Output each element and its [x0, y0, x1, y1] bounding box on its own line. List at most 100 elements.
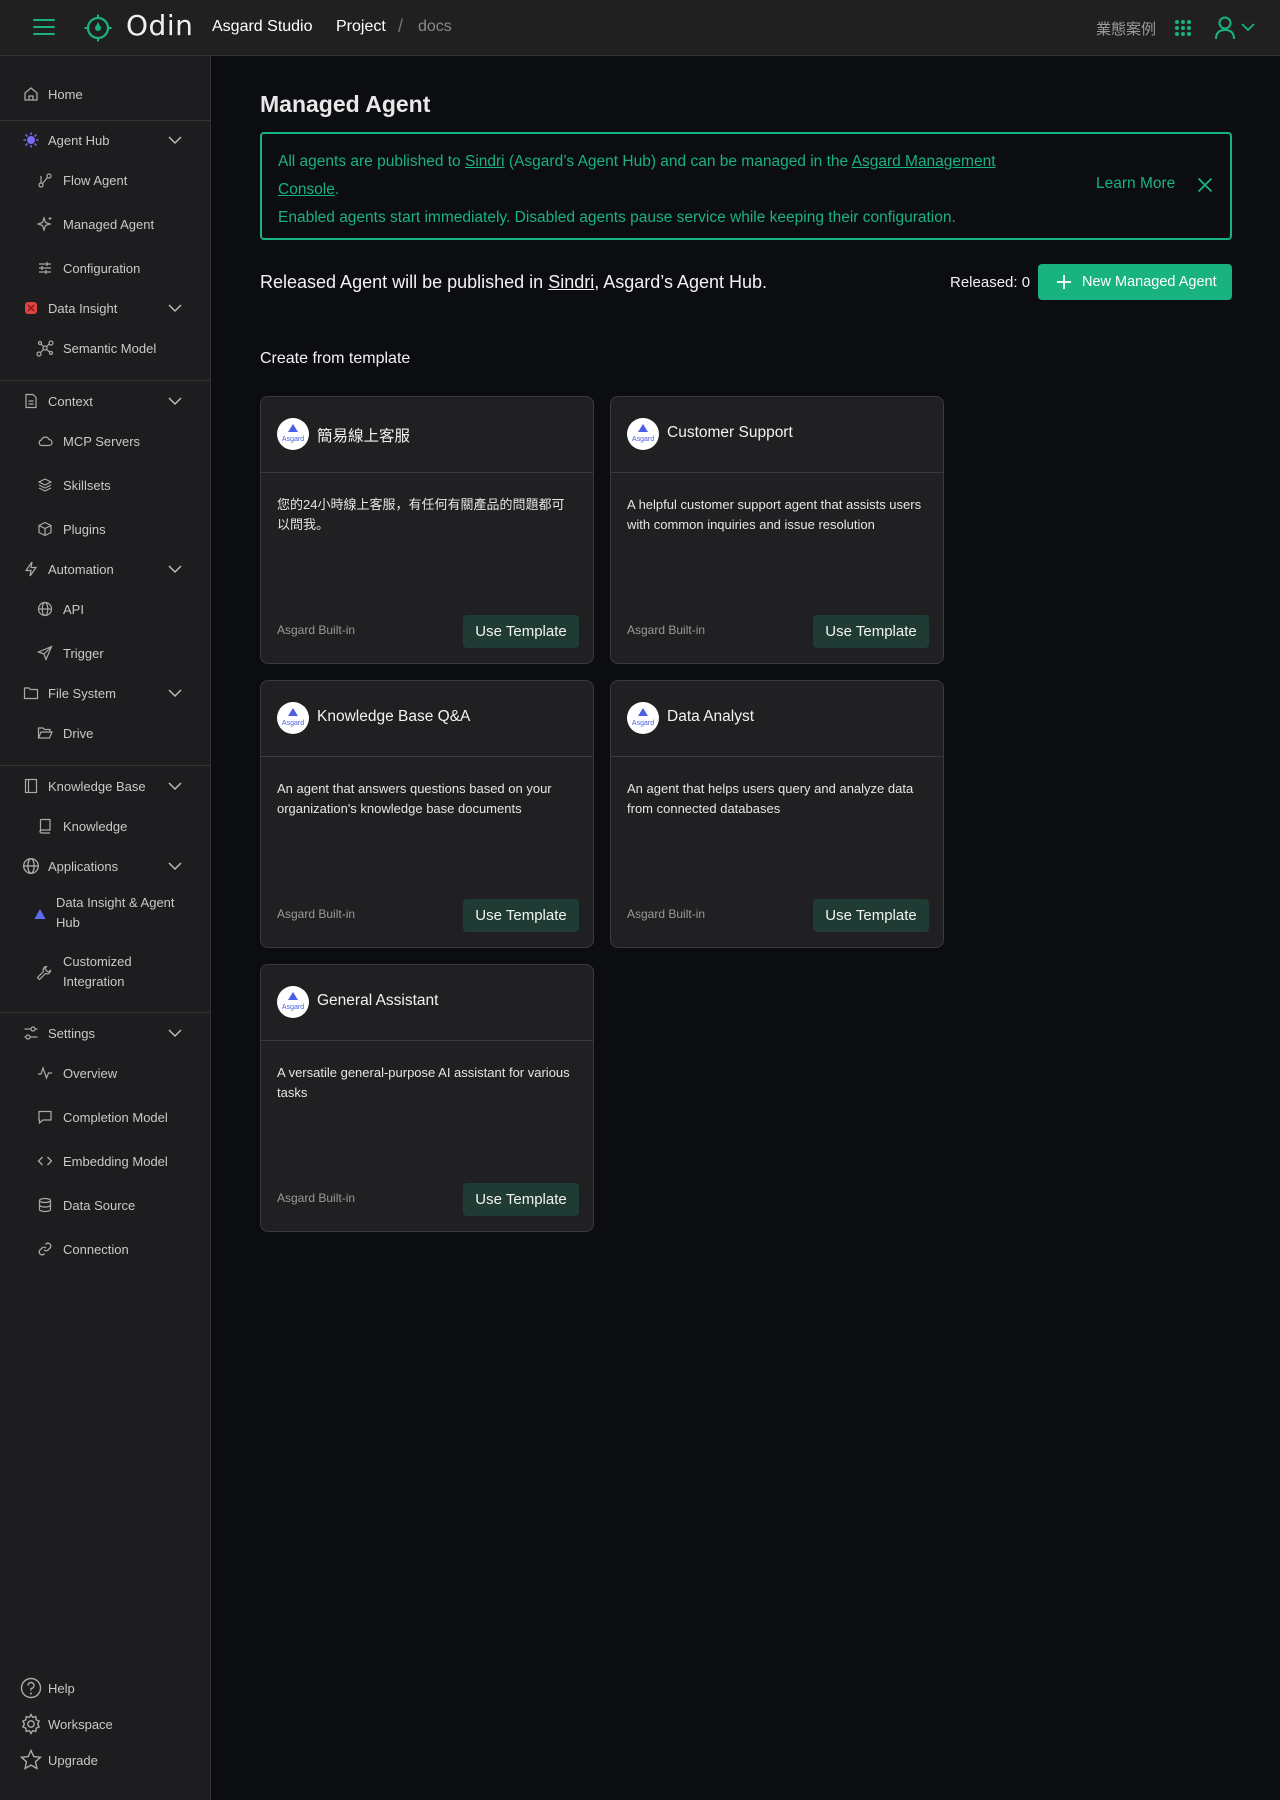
chevron-down-icon[interactable] [167, 861, 183, 871]
globe-icon [22, 857, 40, 875]
asgard-logo-text: Asgard [282, 436, 304, 443]
sidebar-item-completion-model[interactable]: Completion Model [0, 1107, 210, 1127]
sidebar-item-label: Hub [56, 915, 80, 930]
card-source: Asgard Built-in [277, 907, 356, 921]
studio-name[interactable]: Asgard Studio [212, 18, 313, 36]
sidebar-item-skillsets[interactable]: Skillsets [0, 475, 210, 495]
sidebar-item-data-insight-agent-hub[interactable]: Data Insight & Agent Hub [0, 894, 210, 934]
sidebar-item-embedding-model[interactable]: Embedding Model [0, 1151, 210, 1171]
main-content: Managed Agent All agents are published t… [212, 56, 1280, 1800]
page-title: Managed Agent [260, 91, 431, 117]
sidebar-item-label: Embedding Model [63, 1153, 168, 1169]
sidebar-item-overview[interactable]: Overview [0, 1063, 210, 1083]
industry-cases-link[interactable]: 業態案例 [1096, 18, 1156, 39]
sidebar-item-plugins[interactable]: Plugins [0, 519, 210, 539]
template-card[interactable]: Asgard Customer Support A helpful custom… [610, 396, 944, 664]
chevron-down-icon[interactable] [167, 135, 183, 145]
template-card[interactable]: Asgard Knowledge Base Q&A An agent that … [260, 680, 594, 948]
card-header: Asgard 簡易線上客服 [261, 397, 593, 473]
sidebar-item-drive[interactable]: Drive [0, 723, 210, 743]
sidebar-item-label: Customized [63, 954, 132, 969]
notice-text: (Asgard’s Agent Hub) and can be managed … [504, 153, 852, 170]
sidebar-item-upgrade[interactable]: Upgrade [0, 1749, 210, 1771]
sidebar-item-mcp-servers[interactable]: MCP Servers [0, 431, 210, 451]
help-icon [20, 1677, 42, 1699]
sidebar-item-customized-integration[interactable]: Customized Integration [0, 953, 210, 993]
chevron-down-icon[interactable] [1241, 22, 1255, 32]
sidebar-item-flow-agent[interactable]: Flow Agent [0, 170, 210, 190]
asgard-logo-text: Asgard [632, 720, 654, 727]
sidebar-item-managed-agent[interactable]: Managed Agent [0, 214, 210, 234]
sidebar-item-knowledge[interactable]: Knowledge [0, 816, 210, 836]
sidebar-item-help[interactable]: Help [0, 1677, 210, 1699]
learn-more-link[interactable]: Learn More [1096, 175, 1175, 193]
use-template-button[interactable]: Use Template [813, 615, 929, 648]
template-card[interactable]: Asgard General Assistant A versatile gen… [260, 964, 594, 1232]
sidebar-item-label: Context [48, 393, 93, 409]
card-description: A helpful customer support agent that as… [627, 497, 922, 532]
sidebar-item-label: Home [48, 86, 83, 102]
sidebar-divider [0, 380, 210, 381]
sidebar-item-label: Managed Agent [63, 216, 155, 232]
apps-grid-icon[interactable] [1174, 19, 1192, 37]
asgard-triangle-icon [31, 905, 49, 923]
sidebar-item-label: Skillsets [63, 477, 111, 493]
sidebar-group-context[interactable]: Context [0, 391, 210, 411]
menu-icon[interactable] [33, 19, 55, 36]
sidebar-item-semantic-model[interactable]: Semantic Model [0, 338, 210, 358]
use-template-button[interactable]: Use Template [813, 899, 929, 932]
sidebar-group-applications[interactable]: Applications [0, 856, 210, 876]
layers-icon [36, 476, 54, 494]
sidebar-item-data-source[interactable]: Data Source [0, 1195, 210, 1215]
sidebar-divider [0, 120, 210, 121]
new-managed-agent-button[interactable]: New Managed Agent [1038, 264, 1232, 300]
user-icon[interactable] [1214, 16, 1236, 40]
sidebar-item-workspace[interactable]: Workspace [0, 1713, 210, 1735]
sidebar-group-agent-hub[interactable]: Agent Hub [0, 130, 210, 150]
button-label: New Managed Agent [1082, 274, 1217, 290]
breadcrumb-docs[interactable]: docs [418, 18, 452, 36]
card-header: Asgard Knowledge Base Q&A [261, 681, 593, 757]
sidebar-group-settings[interactable]: Settings [0, 1023, 210, 1043]
sidebar-item-label: Help [48, 1680, 75, 1696]
chevron-down-icon[interactable] [167, 564, 183, 574]
breadcrumb-separator: / [398, 16, 404, 36]
data-insight-icon [22, 299, 40, 317]
released-text: Released Agent will be published in [260, 272, 549, 292]
logo-text[interactable]: Odin [126, 9, 193, 42]
use-template-button[interactable]: Use Template [463, 1183, 579, 1216]
sidebar-item-home[interactable]: Home [0, 84, 210, 104]
sidebar-group-knowledge-base[interactable]: Knowledge Base [0, 776, 210, 796]
management-console-link[interactable]: Asgard Management [852, 153, 996, 170]
template-card[interactable]: Asgard 簡易線上客服 您的24小時線上客服，有任何有關產品的問題都可以問我… [260, 396, 594, 664]
sidebar-item-configuration[interactable]: Configuration [0, 258, 210, 278]
template-card[interactable]: Asgard Data Analyst An agent that helps … [610, 680, 944, 948]
sindri-link[interactable]: Sindri [548, 272, 594, 292]
flow-icon [36, 171, 54, 189]
sidebar-group-data-insight[interactable]: Data Insight [0, 298, 210, 318]
chevron-down-icon[interactable] [167, 1028, 183, 1038]
asgard-logo-icon: Asgard [277, 986, 309, 1018]
management-console-link[interactable]: Console [278, 181, 335, 198]
breadcrumb-project[interactable]: Project [336, 18, 386, 36]
use-template-button[interactable]: Use Template [463, 615, 579, 648]
sidebar-item-label: Overview [63, 1065, 118, 1081]
sidebar-group-automation[interactable]: Automation [0, 559, 210, 579]
sidebar-item-label: Connection [63, 1241, 129, 1257]
star-icon [20, 1749, 42, 1771]
sidebar-group-file-system[interactable]: File System [0, 683, 210, 703]
card-title: Customer Support [667, 424, 793, 441]
sidebar-item-connection[interactable]: Connection [0, 1239, 210, 1259]
use-template-button[interactable]: Use Template [463, 899, 579, 932]
chevron-down-icon[interactable] [167, 396, 183, 406]
chevron-down-icon[interactable] [167, 303, 183, 313]
sidebar-item-api[interactable]: API [0, 599, 210, 619]
asgard-logo-icon: Asgard [627, 418, 659, 450]
network-icon [36, 339, 54, 357]
sidebar-item-label: API [63, 601, 84, 617]
chevron-down-icon[interactable] [167, 688, 183, 698]
close-icon[interactable] [1197, 177, 1213, 193]
chevron-down-icon[interactable] [167, 781, 183, 791]
sindri-link[interactable]: Sindri [465, 153, 505, 170]
sidebar-item-trigger[interactable]: Trigger [0, 643, 210, 663]
